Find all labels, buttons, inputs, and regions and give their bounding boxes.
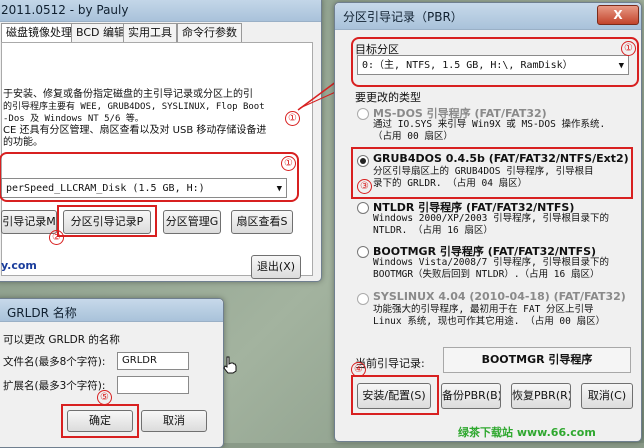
annotation-box bbox=[57, 205, 157, 237]
rename-dialog: GRLDR 名称 可以更改 GRLDR 的名称 文件名(最多8个字符): GRL… bbox=[0, 298, 224, 448]
annotation-marker: ① bbox=[621, 41, 636, 56]
desc-line: CE 还具有分区管理、扇区查看以及对 USB 移动存储设备进 bbox=[3, 125, 267, 136]
file-name-value: GRLDR bbox=[122, 355, 157, 366]
tab-utilities[interactable]: 实用工具 bbox=[123, 23, 177, 43]
extension-label: 扩展名(最多3个字符): bbox=[3, 380, 106, 392]
pbr-window: 分区引导记录（PBR） X 目标分区 0:（主, NTFS, 1.5 GB, H… bbox=[334, 2, 642, 442]
restore-pbr-button[interactable]: 恢复PBR(R) bbox=[511, 383, 571, 409]
rename-prompt: 可以更改 GRLDR 的名称 bbox=[3, 334, 120, 346]
annotation-box bbox=[351, 375, 439, 415]
annotation-box bbox=[0, 152, 299, 202]
cancel-button[interactable]: 取消 bbox=[141, 410, 207, 432]
main-footer-link[interactable]: y.com bbox=[1, 259, 37, 272]
main-window: 2011.0512 - by Pauly 磁盘镜像处理 BCD 编辑 实用工具 … bbox=[0, 0, 322, 282]
cancel-pbr-button[interactable]: 取消(C) bbox=[581, 383, 633, 409]
exit-button[interactable]: 退出(X) bbox=[251, 255, 301, 279]
annotation-box bbox=[61, 404, 139, 438]
bootmgr-radio[interactable] bbox=[357, 246, 369, 258]
desc-line: -Dos 及 Windows NT 5/6 等。 bbox=[3, 114, 144, 124]
desc-line: 的功能。 bbox=[3, 137, 43, 148]
file-name-input[interactable]: GRLDR bbox=[117, 352, 189, 370]
type-group-label: 要更改的类型 bbox=[355, 91, 421, 104]
annotation-box bbox=[351, 37, 639, 87]
pbr-window-title: 分区引导记录（PBR） bbox=[343, 10, 463, 24]
file-name-label: 文件名(最多8个字符): bbox=[3, 356, 106, 368]
current-record-value-box: BOOTMGR 引导程序 bbox=[443, 347, 631, 373]
annotation-marker: ② bbox=[49, 230, 64, 245]
annotation-marker: ⑤ bbox=[97, 390, 112, 405]
option-title: SYSLINUX 4.04 (2010-04-18) (FAT/FAT32) bbox=[373, 290, 626, 303]
rename-title-bar: GRLDR 名称 bbox=[0, 299, 223, 322]
desc-line: 的引导程序主要有 WEE, GRUB4DOS, SYSLINUX, Flop B… bbox=[3, 102, 265, 112]
annotation-box bbox=[351, 147, 633, 199]
tab-bcd-edit[interactable]: BCD 编辑 bbox=[71, 23, 131, 43]
annotation-marker: ③ bbox=[357, 179, 372, 194]
close-icon: X bbox=[613, 8, 623, 22]
annotation-marker: ① bbox=[281, 156, 296, 171]
mbr-button[interactable]: 引导记录M bbox=[1, 210, 57, 234]
sector-view-button[interactable]: 扇区查看S bbox=[231, 210, 293, 234]
option-description: Windows 2000/XP/2003 引导程序, 引导根目录下的 NTLDR… bbox=[373, 213, 610, 236]
main-window-title: 2011.0512 - by Pauly bbox=[1, 3, 129, 17]
desc-line: 于安装、修复或备份指定磁盘的主引导记录或分区上的引 bbox=[3, 89, 253, 100]
option-description: Windows Vista/2008/7 引导程序, 引导根目录下的 BOOTM… bbox=[373, 257, 610, 280]
rename-dialog-title: GRLDR 名称 bbox=[7, 306, 77, 320]
pbr-title-bar: 分区引导记录（PBR） X bbox=[335, 3, 641, 30]
mbr-msdos-radio[interactable] bbox=[357, 108, 369, 120]
ntldr-radio[interactable] bbox=[357, 202, 369, 214]
option-description: 功能强大的引导程序, 最初用于在 FAT 分区上引导 Linux 系统, 现也可… bbox=[373, 304, 606, 327]
tab-disk-image[interactable]: 磁盘镜像处理 bbox=[1, 23, 77, 43]
watermark: 绿茶下载站 www.66.com bbox=[458, 426, 596, 439]
main-description: 于安装、修复或备份指定磁盘的主引导记录或分区上的引 的引导程序主要有 WEE, … bbox=[3, 89, 303, 149]
current-record-value: BOOTMGR 引导程序 bbox=[481, 353, 593, 366]
annotation-marker: ④ bbox=[351, 362, 366, 377]
extension-input[interactable] bbox=[117, 376, 189, 394]
main-title-bar: 2011.0512 - by Pauly bbox=[0, 0, 321, 22]
annotation-marker: ① bbox=[285, 111, 300, 126]
tab-cli-params[interactable]: 命令行参数 bbox=[177, 23, 242, 43]
hand-cursor-icon bbox=[223, 356, 237, 374]
syslinux-radio[interactable] bbox=[357, 293, 369, 305]
backup-pbr-button[interactable]: 备份PBR(B) bbox=[441, 383, 501, 409]
option-description: 通过 IO.SYS 来引导 Win9X 或 MS-DOS 操作系统. （占用 0… bbox=[373, 119, 606, 142]
close-button[interactable]: X bbox=[597, 5, 639, 25]
partition-manager-button[interactable]: 分区管理G bbox=[163, 210, 221, 234]
